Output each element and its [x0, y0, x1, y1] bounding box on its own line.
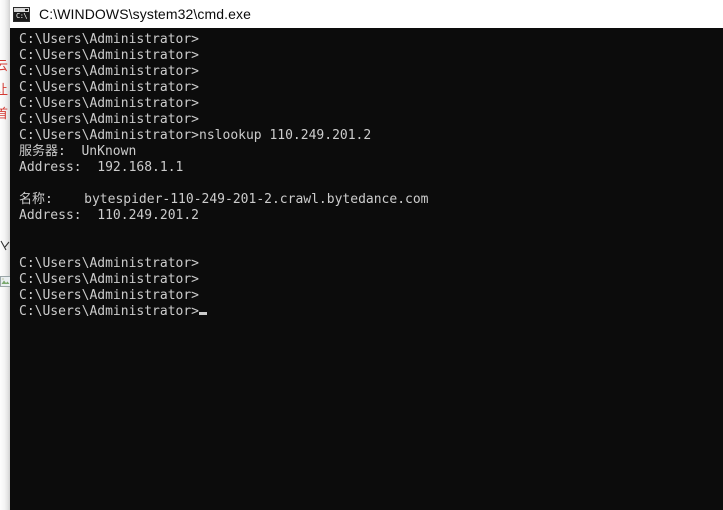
background-text-fragment-1: 云	[0, 59, 9, 74]
window-titlebar[interactable]: C:\ C:\WINDOWS\system32\cmd.exe	[10, 0, 723, 28]
console-line: C:\Users\Administrator>	[19, 32, 200, 47]
background-window-sliver[interactable]: 云 让 首	[0, 0, 10, 510]
background-thumbnail-icon	[0, 276, 10, 287]
background-text-fragment-2: 让	[0, 83, 9, 98]
console-line-server-address: Address: 192.168.1.1	[19, 160, 184, 175]
console-line: C:\Users\Administrator>	[19, 80, 200, 95]
background-text-fragment-3: 首	[0, 107, 9, 122]
console-line-server-name: 服务器: UnKnown	[19, 144, 137, 159]
console-output-area[interactable]: C:\Users\Administrator> C:\Users\Adminis…	[10, 28, 723, 510]
console-line-resolved-name: 名称: bytespider-110-249-201-2.crawl.byted…	[19, 192, 429, 207]
console-line-resolved-address: Address: 110.249.201.2	[19, 208, 200, 223]
console-line: C:\Users\Administrator>	[19, 48, 200, 63]
text-cursor	[199, 312, 208, 315]
icon-prompt-glyph: C:\	[16, 11, 28, 20]
cmd-console-icon: C:\	[13, 6, 30, 22]
console-line: C:\Users\Administrator>	[19, 112, 200, 127]
background-arrow-icon	[0, 240, 10, 251]
console-active-prompt-line: C:\Users\Administrator>	[19, 304, 723, 320]
console-line: C:\Users\Administrator>	[19, 288, 200, 303]
console-line: C:\Users\Administrator>	[19, 96, 200, 111]
window-title: C:\WINDOWS\system32\cmd.exe	[39, 6, 251, 22]
console-command-line: C:\Users\Administrator>nslookup 110.249.…	[19, 128, 372, 143]
console-line-list: C:\Users\Administrator> C:\Users\Adminis…	[19, 32, 723, 320]
console-line: C:\Users\Administrator>	[19, 64, 200, 79]
console-active-prompt-text: C:\Users\Administrator>	[19, 304, 200, 319]
console-line: C:\Users\Administrator>	[19, 272, 200, 287]
cmd-window[interactable]: C:\ C:\WINDOWS\system32\cmd.exe C:\Users…	[10, 0, 723, 510]
console-line: C:\Users\Administrator>	[19, 256, 200, 271]
